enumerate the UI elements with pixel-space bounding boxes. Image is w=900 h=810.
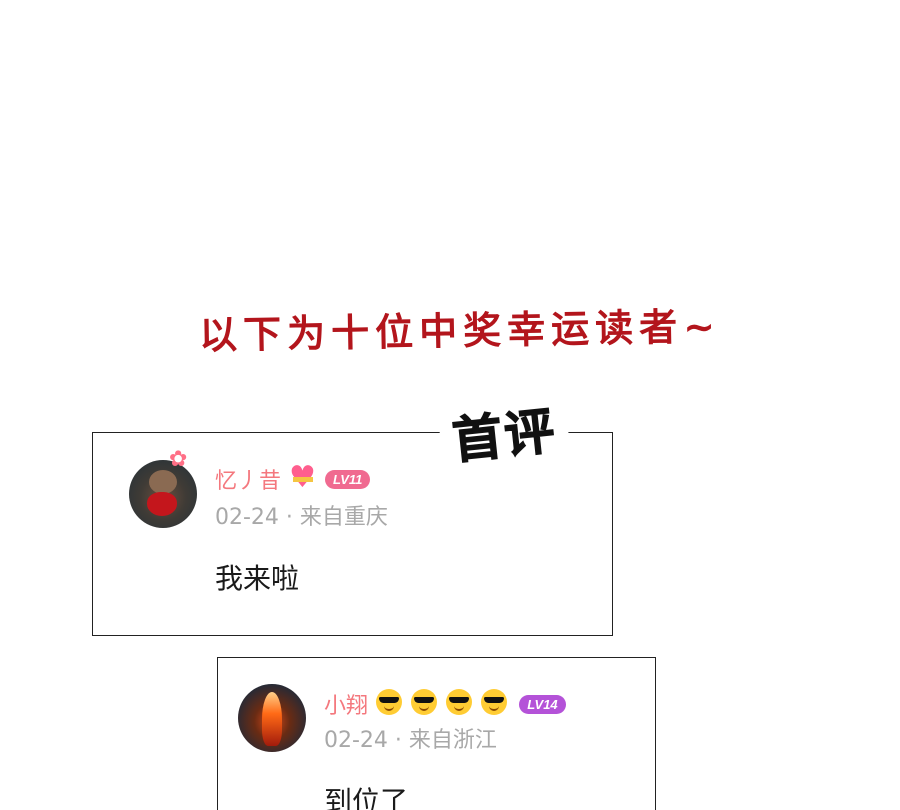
sunglasses-face-icon <box>446 689 473 715</box>
emoji-group <box>376 689 511 719</box>
user-avatar[interactable] <box>238 684 306 752</box>
sunglasses-face-icon <box>376 689 403 715</box>
sunglasses-face-icon <box>481 689 508 715</box>
comment-meta: 02-24 · 来自浙江 <box>324 728 497 753</box>
level-badge: LV14 <box>519 694 566 714</box>
sunglasses-face-icon <box>411 689 438 715</box>
comment-meta: 02-24 · 来自重庆 <box>215 505 388 530</box>
comment-text: 我来啦 <box>215 562 300 595</box>
comment-header: 忆丿昔 LV11 <box>215 463 371 495</box>
comment-header: 小翔 LV14 <box>324 688 566 720</box>
teddy-bear-head-icon <box>149 470 177 494</box>
username[interactable]: 小翔 <box>324 688 368 720</box>
heart-icon <box>147 492 177 516</box>
fire-figure-icon <box>262 692 282 746</box>
first-comment-badge: 首评 <box>436 389 572 475</box>
comment-card: 小翔 LV14 02-24 · 来自浙江 到位了 <box>217 657 656 810</box>
username[interactable]: 忆丿昔 <box>215 463 281 495</box>
level-badge: LV11 <box>325 469 371 489</box>
heart-gift-icon <box>289 463 317 493</box>
winners-headline: 以下为十位中奖幸运读者~ <box>198 304 722 358</box>
comment-screenshot-page: 以下为十位中奖幸运读者~ ✿ 忆丿昔 LV11 02-24 · 来自重庆 我来啦… <box>0 0 900 810</box>
comment-text: 到位了 <box>324 785 409 810</box>
bow-icon: ✿ <box>169 447 188 472</box>
